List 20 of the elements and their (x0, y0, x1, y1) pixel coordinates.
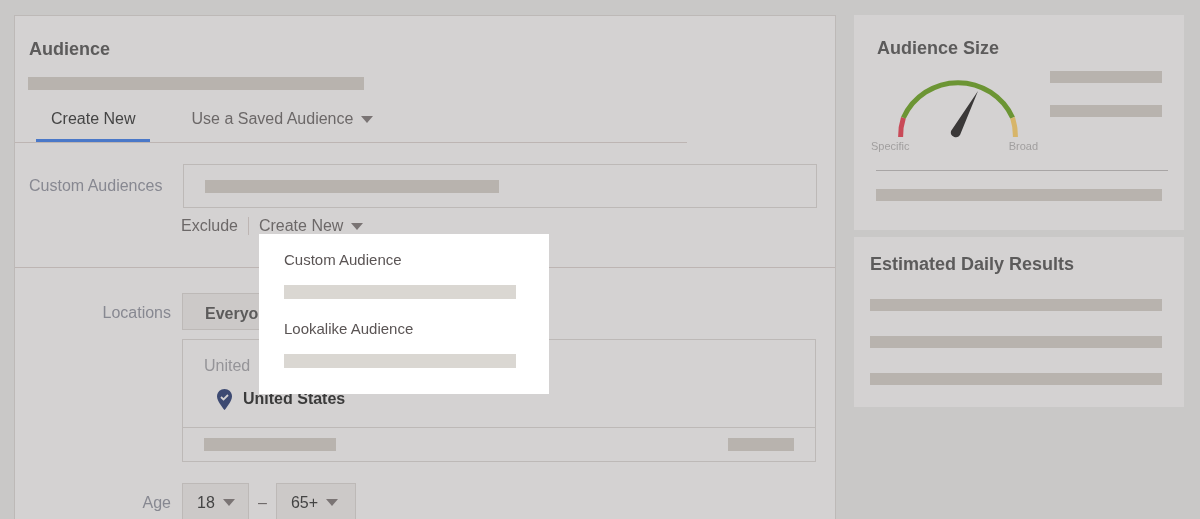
location-hint: United (204, 356, 251, 376)
field-label: Age (141, 492, 171, 513)
audience-input-field[interactable] (183, 164, 817, 208)
location-pin-icon (217, 388, 232, 410)
panel-title: Audience (28, 38, 112, 60)
caret-icon (326, 499, 339, 506)
card-title: Audience Size (876, 37, 1001, 59)
field-label: Custom Audiences (29, 176, 164, 196)
age-dropdown[interactable]: 18 (182, 483, 249, 519)
field-label: Locations (101, 303, 171, 323)
placeholder-bar (728, 437, 794, 451)
age-dropdown[interactable]: 65+ (275, 483, 356, 519)
caret-icon (222, 499, 235, 506)
exclude-link[interactable]: Exclude (181, 217, 238, 235)
caret-icon (361, 115, 374, 123)
card-title: Estimated Daily Results (869, 253, 1076, 275)
tab[interactable]: Use a Saved Audience (176, 107, 389, 142)
menu-item[interactable]: Custom Audience (284, 251, 549, 269)
tab[interactable]: Create New (36, 107, 151, 142)
range-dash: – (258, 492, 267, 513)
